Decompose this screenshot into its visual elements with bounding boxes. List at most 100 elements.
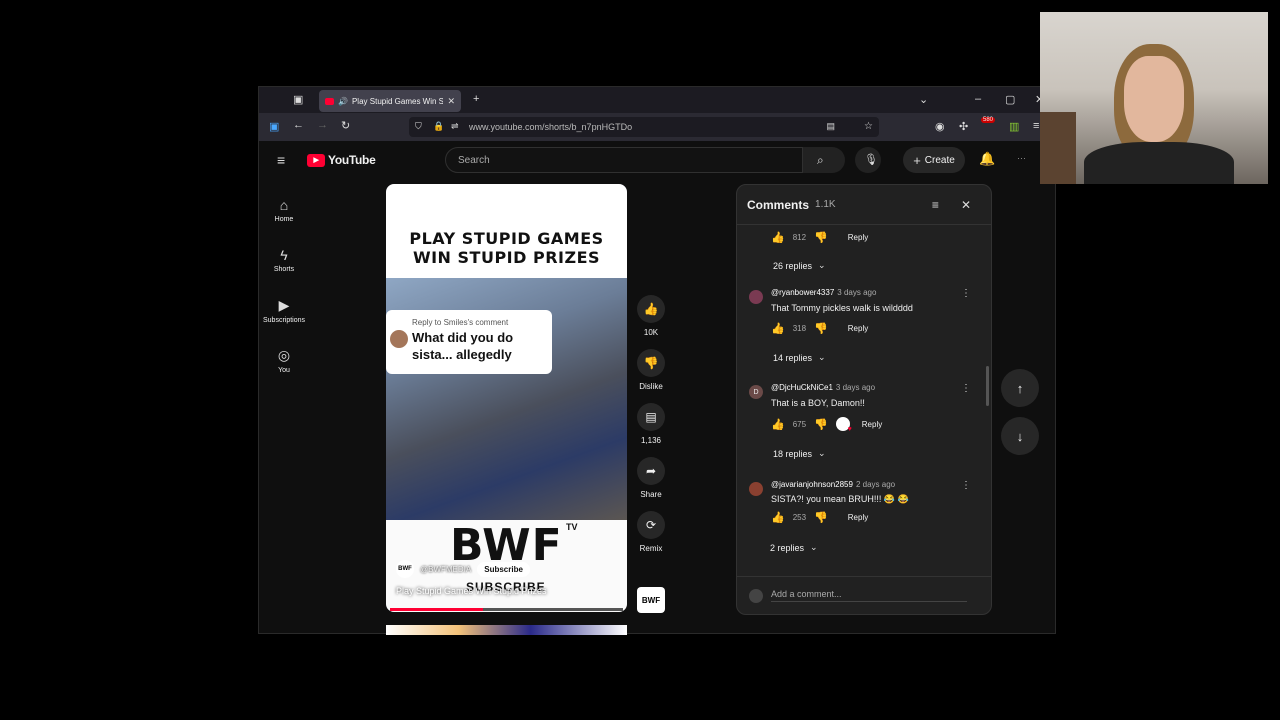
comments-action[interactable]: ▤ 1,136 [635, 403, 667, 445]
close-icon[interactable]: ✕ [961, 198, 971, 212]
replies-toggle[interactable]: 26 replies ⌄ [773, 260, 826, 271]
like-action[interactable]: 👍 10K [635, 295, 667, 337]
dislike-action[interactable]: 👎 Dislike [635, 349, 667, 391]
comment-user[interactable]: @javarianjohnson2859 2 days ago [771, 480, 895, 489]
tab-manager-icon[interactable]: ▣ [293, 93, 303, 106]
comment-avatar[interactable] [749, 290, 763, 304]
bookmark-star-icon[interactable]: ☆ [864, 121, 873, 132]
thumbs-up-icon[interactable]: 👍 [771, 322, 785, 335]
youtube-logo[interactable]: ▶ YouTube [307, 153, 376, 167]
channel-thumbnail[interactable]: BWF [637, 587, 665, 613]
thumbs-down-icon[interactable]: 👎 [637, 349, 665, 377]
replies-toggle[interactable]: 14 replies ⌄ [773, 352, 826, 363]
menu-icon[interactable]: ≡ [1033, 120, 1039, 132]
more-options-icon[interactable]: ⋮ [961, 288, 971, 299]
thumbs-up-icon[interactable]: 👍 [771, 511, 785, 524]
replies-toggle[interactable]: 18 replies ⌄ [773, 448, 826, 459]
reply-text-line-1: What did you do [412, 330, 514, 345]
reload-icon[interactable]: ↻ [341, 119, 350, 132]
remix-action[interactable]: ⟳ Remix [635, 511, 667, 553]
thumbs-up-icon[interactable]: 👍 [771, 418, 785, 431]
replies-toggle[interactable]: 2 replies ⌄ [770, 542, 818, 553]
add-comment-input[interactable]: Add a comment... [771, 589, 967, 602]
subscribe-button[interactable]: Subscribe [477, 561, 530, 577]
thumbs-down-icon[interactable]: 👎 [814, 511, 828, 524]
thumbs-down-icon[interactable]: 👎 [814, 418, 828, 431]
search-button[interactable]: ⌕ [803, 147, 845, 173]
share-action[interactable]: ➦ Share [635, 457, 667, 499]
short-headline: PLAY STUPID GAMES WIN STUPID PRIZES [386, 184, 627, 278]
thumbs-down-icon[interactable]: 👎 [814, 231, 828, 244]
extensions-icon[interactable]: ✣ [959, 120, 968, 133]
next-short-button[interactable]: ↓ [1001, 417, 1039, 455]
reply-button[interactable]: Reply [862, 420, 882, 429]
arrow-down-icon: ↓ [1016, 428, 1024, 444]
reply-button[interactable]: Reply [848, 233, 868, 242]
permissions-icon[interactable]: ⇌ [451, 121, 459, 132]
remix-icon[interactable]: ⟳ [637, 511, 665, 539]
sidebar-item-you[interactable]: ◎ You [259, 335, 309, 385]
notifications-bell-icon[interactable]: 🔔 [979, 151, 995, 167]
short-actions: 👍 10K 👎 Dislike ▤ 1,136 ➦ Share ⟳ Remix [635, 295, 667, 565]
comments-list[interactable]: 👍 812 👎 Reply 26 replies ⌄ @ryanbower433… [737, 226, 991, 576]
account-icon[interactable]: ◉ [935, 120, 945, 133]
comment-avatar[interactable] [749, 482, 763, 496]
thumbs-up-icon[interactable]: 👍 [637, 295, 665, 323]
more-options-icon[interactable]: ⋮ [961, 480, 971, 491]
next-short-preview[interactable] [386, 625, 627, 635]
user-avatar [749, 588, 763, 603]
share-icon[interactable]: ➦ [637, 457, 665, 485]
previous-short-button[interactable]: ↑ [1001, 369, 1039, 407]
comments-scrollbar[interactable] [986, 366, 989, 406]
background-shelf [1040, 112, 1076, 184]
channel-handle[interactable]: @BWFMEDIA [420, 565, 471, 574]
address-bar[interactable]: ⛉ 🔒 ⇌ www.youtube.com/shorts/b_n7pnHGTDo… [409, 117, 879, 137]
create-button[interactable]: + Create [903, 147, 965, 173]
pip-icon[interactable]: ▤ [826, 121, 835, 132]
reply-to-label: Reply to Smiles's comment [412, 318, 509, 327]
back-icon[interactable]: ← [293, 119, 304, 131]
reply-button[interactable]: Reply [848, 513, 868, 522]
share-label: Share [640, 490, 662, 499]
comment-avatar[interactable]: D [749, 385, 763, 399]
search-input[interactable]: Search [445, 147, 803, 173]
sidebar-toggle-icon[interactable]: ▣ [269, 120, 279, 133]
tab-list-icon[interactable]: ⌄ [919, 93, 928, 106]
minimize-icon[interactable]: – [975, 93, 981, 105]
comment-icon[interactable]: ▤ [637, 403, 665, 431]
comment-time: 3 days ago [837, 288, 877, 297]
short-title[interactable]: Play Stupid Games Win Stupid Prizes [396, 586, 547, 596]
reply-sticker: Reply to Smiles's comment What did you d… [386, 310, 552, 374]
thumbs-down-icon[interactable]: 👎 [814, 322, 828, 335]
close-tab-icon[interactable]: ✕ [447, 96, 455, 107]
extension-badge[interactable]: 580 [981, 117, 996, 123]
sort-icon[interactable]: ≡ [932, 198, 939, 212]
more-options-icon[interactable]: ⋮ [961, 383, 971, 394]
sidebar-item-home[interactable]: ⌂ Home [259, 185, 309, 235]
logo-text: YouTube [328, 153, 376, 167]
brand-tv: TV [566, 522, 578, 532]
hamburger-icon[interactable]: ≡ [277, 152, 285, 168]
reply-button[interactable]: Reply [848, 324, 868, 333]
channel-avatar[interactable]: BWF [396, 560, 414, 578]
comment-user[interactable]: @ryanbower4337 3 days ago [771, 288, 876, 297]
equalizer-icon[interactable]: ▥ [1009, 120, 1019, 133]
new-tab-icon[interactable]: + [473, 93, 479, 105]
subscriptions-icon: ▶ [278, 296, 290, 313]
overflow-icon[interactable]: ⋯ [1017, 153, 1026, 164]
replies-count: 26 replies [773, 260, 813, 271]
browser-tab[interactable]: 🔊 Play Stupid Games Win St ✕ [319, 90, 461, 112]
sidebar-item-subscriptions[interactable]: ▶ Subscriptions [259, 285, 309, 335]
comment-user[interactable]: @DjcHuCkNiCe1 3 days ago [771, 383, 875, 392]
video-progress-bar[interactable] [390, 608, 623, 611]
sidebar-item-shorts[interactable]: ϟ Shorts [259, 235, 309, 285]
maximize-icon[interactable]: ▢ [1005, 93, 1015, 106]
voice-search-button[interactable]: 🎙 [855, 147, 881, 173]
remix-label: Remix [639, 544, 663, 553]
short-video-player[interactable]: PLAY STUPID GAMES WIN STUPID PRIZES Repl… [386, 184, 627, 612]
person-shirt [1084, 142, 1234, 184]
thumbs-up-icon[interactable]: 👍 [771, 231, 785, 244]
chevron-down-icon: ⌄ [818, 352, 826, 362]
forward-icon[interactable]: → [317, 119, 328, 131]
speaker-icon[interactable]: 🔊 [338, 97, 348, 106]
